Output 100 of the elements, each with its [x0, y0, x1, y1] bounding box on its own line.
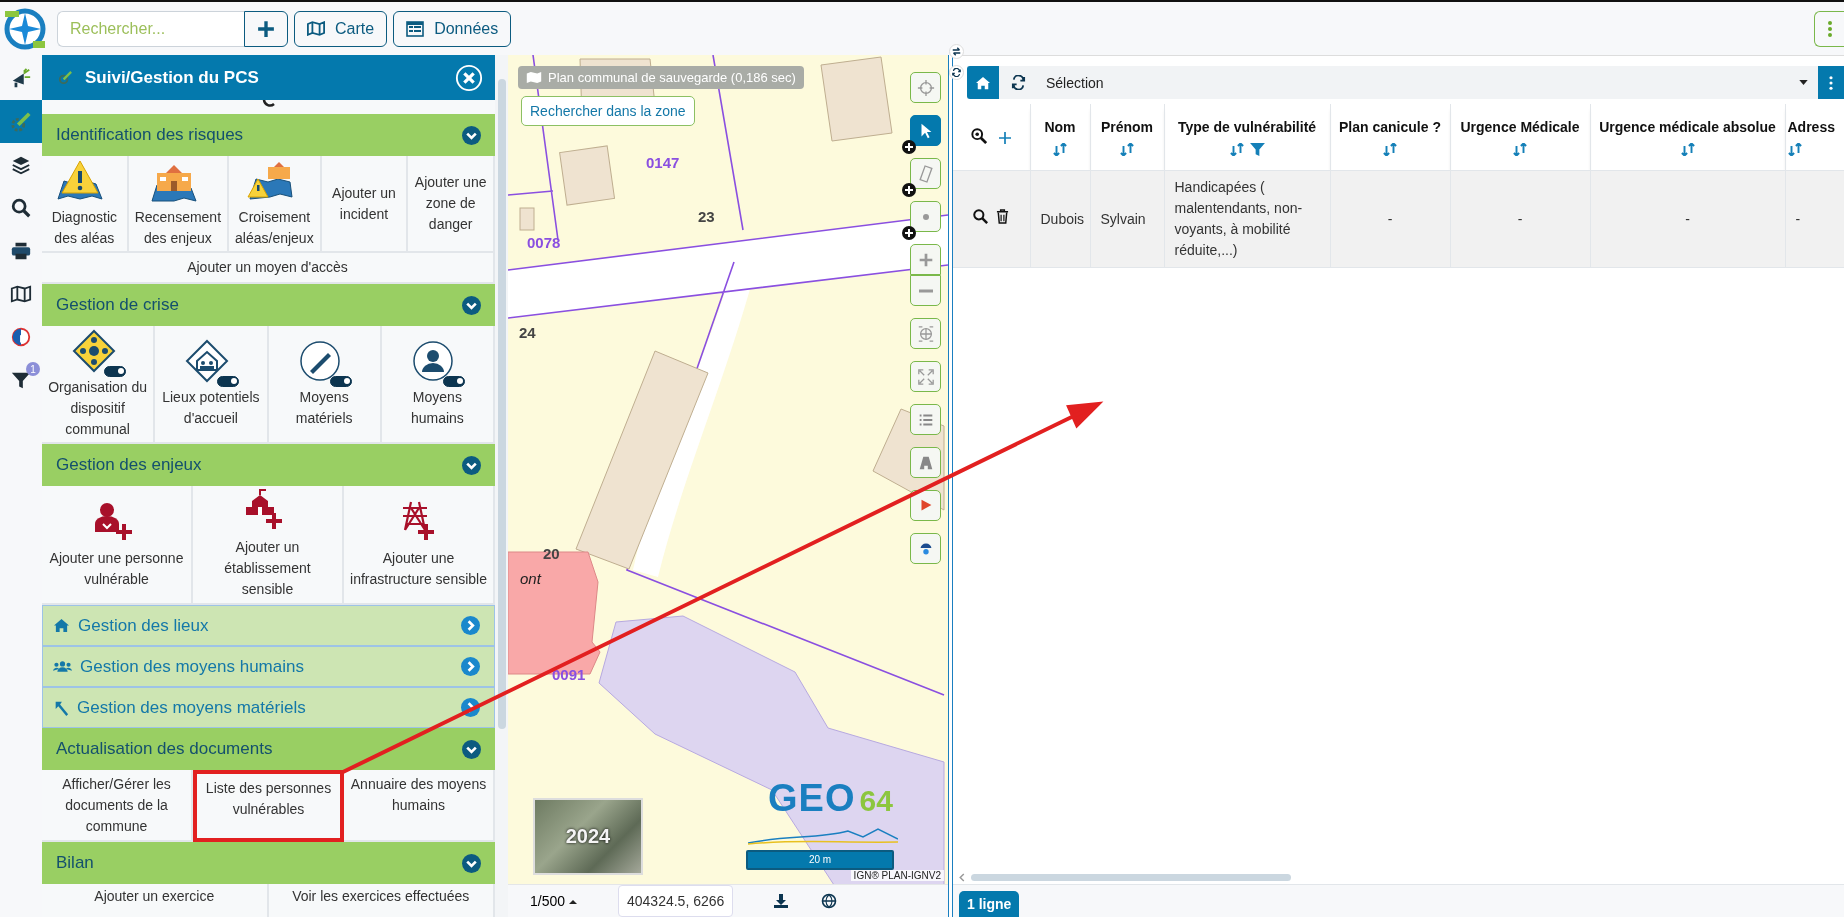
table-icon: [406, 20, 425, 37]
column-header[interactable]: Plan canicule ?: [1332, 118, 1448, 135]
trash-icon[interactable]: [996, 208, 1010, 224]
section-header[interactable]: Bilan: [42, 842, 495, 884]
action-tile[interactable]: Ajouter une personne vulnérable: [42, 486, 193, 605]
home-button[interactable]: [967, 66, 999, 99]
sort-icon[interactable]: [1383, 142, 1397, 156]
search-zone-button[interactable]: Rechercher dans la zone: [521, 96, 695, 126]
chevron-down-icon: [462, 295, 481, 315]
column-header[interactable]: Urgence médicale absolue: [1592, 118, 1783, 135]
action-tile[interactable]: Recensement des enjeux: [128, 156, 230, 253]
action-tile[interactable]: Liste des personnes vulnérables: [193, 770, 344, 842]
action-tile[interactable]: Croisement aléas/enjeux: [229, 156, 322, 253]
locate-icon: [916, 78, 935, 97]
chevron-down-icon: [462, 739, 481, 759]
globe-icon: [916, 324, 935, 343]
dot-icon: [921, 212, 930, 221]
map-tool-button[interactable]: [910, 158, 941, 189]
action-tile[interactable]: Lieux potentiels d'accueil: [155, 326, 269, 444]
section-header[interactable]: Gestion de crise: [42, 284, 495, 326]
menu-icon: [1827, 20, 1832, 37]
sort-icon[interactable]: [1513, 142, 1527, 156]
column-header[interactable]: Adress: [1787, 118, 1842, 135]
globe-icon[interactable]: [821, 893, 838, 909]
zoom-icon[interactable]: [971, 127, 988, 144]
sort-icon[interactable]: [1787, 142, 1802, 156]
logo-text: 64: [859, 784, 893, 818]
map-label: 0091: [552, 666, 586, 683]
logo-text: GEO: [768, 777, 856, 820]
selection-dropdown[interactable]: Sélection: [1038, 74, 1799, 91]
section-header[interactable]: Gestion des moyens matériels: [42, 687, 495, 728]
panel-title: Suivi/Gestion du PCS: [85, 67, 260, 88]
minus-icon: [918, 288, 933, 293]
sort-icon[interactable]: [1229, 142, 1244, 156]
section-header[interactable]: Gestion des enjeux: [42, 444, 495, 486]
action-tile[interactable]: Moyens humains: [381, 326, 495, 444]
action-tile[interactable]: Ajouter un moyen d'accès: [42, 253, 495, 284]
scale-dropdown[interactable]: 1/500: [530, 893, 610, 909]
column-header[interactable]: Urgence Médicale: [1452, 118, 1588, 135]
toggle-switch[interactable]: [216, 376, 239, 387]
column-header[interactable]: Nom: [1032, 118, 1088, 135]
view-button[interactable]: Données: [393, 10, 512, 47]
coordinates-field: 404324.5, 6266: [618, 885, 734, 917]
sort-icon[interactable]: [1053, 142, 1067, 156]
action-tile[interactable]: Ajouter une infrastructure sensible: [344, 486, 495, 605]
plus-icon: [257, 19, 275, 38]
map-tool-button[interactable]: [910, 201, 941, 232]
map-label: 24: [519, 324, 536, 341]
caret-icon[interactable]: [1799, 80, 1808, 85]
action-tile[interactable]: Ajouter un établissement sensible: [193, 486, 344, 605]
sort-icon[interactable]: [1120, 142, 1134, 156]
search-icon[interactable]: [973, 208, 989, 224]
column-header[interactable]: Type de vulnérabilité: [1166, 118, 1328, 135]
map-label: 0078: [527, 234, 561, 251]
scrollbar[interactable]: [971, 873, 1291, 881]
scrollbar[interactable]: [498, 79, 506, 729]
download-icon[interactable]: [773, 893, 790, 909]
home-icon: [975, 75, 991, 90]
users-icon: [53, 660, 72, 673]
scroll-left-icon[interactable]: [959, 872, 965, 882]
section-header[interactable]: Gestion des lieux: [42, 605, 495, 646]
more-button[interactable]: [1818, 66, 1844, 99]
table-cell: -: [1795, 210, 1801, 227]
toggle-switch[interactable]: [330, 376, 353, 387]
action-tile[interactable]: Diagnostic des aléas: [42, 156, 129, 253]
close-button[interactable]: [455, 63, 483, 92]
action-tile[interactable]: Organisation du dispositif communal: [42, 326, 156, 444]
table-cell: -: [1387, 210, 1393, 227]
map-tool-button[interactable]: [910, 115, 941, 146]
map-icon: [307, 21, 325, 36]
caret-icon: [569, 898, 578, 904]
section-header[interactable]: Identification des risques: [42, 114, 495, 156]
toggle-switch[interactable]: [103, 365, 126, 377]
table-cell: Sylvain: [1100, 210, 1146, 227]
view-button[interactable]: Carte: [294, 10, 388, 47]
table-cell: Dubois: [1040, 210, 1085, 227]
action-tile[interactable]: Moyens matériels: [268, 326, 382, 444]
action-tile[interactable]: Ajouter une zone de danger: [408, 156, 495, 253]
action-tile[interactable]: Ajouter un incident: [321, 156, 409, 253]
add-button[interactable]: [244, 10, 288, 47]
logo-icon[interactable]: [3, 6, 47, 51]
toggle-switch[interactable]: [443, 376, 466, 387]
column-header[interactable]: Prénom: [1092, 118, 1162, 135]
section-header[interactable]: Actualisation des documents: [42, 728, 495, 770]
section-header[interactable]: Gestion des moyens humains: [42, 646, 495, 687]
chevron-right-icon: [461, 616, 480, 635]
filter-icon[interactable]: [1249, 142, 1265, 156]
action-tile[interactable]: Annuaire des moyens humains: [344, 770, 495, 842]
action-tile[interactable]: Afficher/Gérer les documents de la commune: [42, 770, 193, 842]
map-label: 0147: [646, 154, 680, 171]
chevron-down-icon: [462, 853, 481, 873]
table-cell: -: [1685, 210, 1690, 227]
ruler-icon: [916, 164, 935, 183]
brush-icon: [58, 70, 73, 85]
map-tool-button[interactable]: [910, 533, 941, 564]
search-field[interactable]: Rechercher...: [57, 10, 244, 47]
chevron-right-icon: [461, 657, 480, 676]
add-icon[interactable]: [999, 131, 1012, 144]
map-icon: [526, 71, 542, 84]
sort-icon[interactable]: [1680, 142, 1695, 156]
